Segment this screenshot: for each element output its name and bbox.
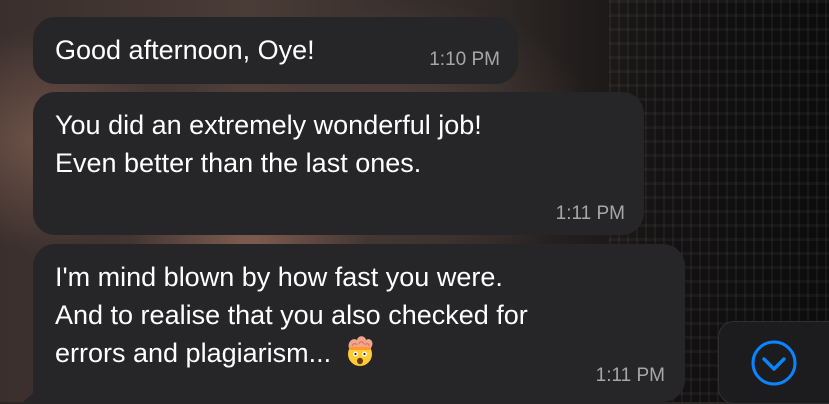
chevron-down-circle-icon: [751, 340, 797, 386]
message-line: errors and plagiarism...: [55, 338, 332, 368]
message-bubble[interactable]: I'm mind blown by how fast you were. And…: [23, 244, 685, 402]
message-line: I'm mind blown by how fast you were.: [55, 262, 503, 292]
exploding-head-emoji-icon: [343, 334, 377, 368]
message-bubble[interactable]: You did an extremely wonderful job! Even…: [33, 92, 644, 235]
message-line: Even better than the last ones.: [55, 148, 422, 178]
message-line: And to realise that you also checked for: [55, 300, 528, 330]
message-line: Good afternoon, Oye!: [55, 35, 315, 65]
message-bubble[interactable]: Good afternoon, Oye! 1:10 PM: [33, 17, 518, 84]
message-timestamp: 1:11 PM: [555, 203, 625, 224]
scroll-to-bottom-button[interactable]: [718, 321, 829, 404]
message-text: Good afternoon, Oye!: [55, 31, 315, 69]
message-timestamp: 1:11 PM: [595, 365, 665, 386]
message-text: I'm mind blown by how fast you were. And…: [55, 258, 528, 372]
message-line: You did an extremely wonderful job!: [55, 110, 482, 140]
message-text: You did an extremely wonderful job! Even…: [55, 106, 482, 182]
message-timestamp: 1:10 PM: [429, 49, 500, 70]
